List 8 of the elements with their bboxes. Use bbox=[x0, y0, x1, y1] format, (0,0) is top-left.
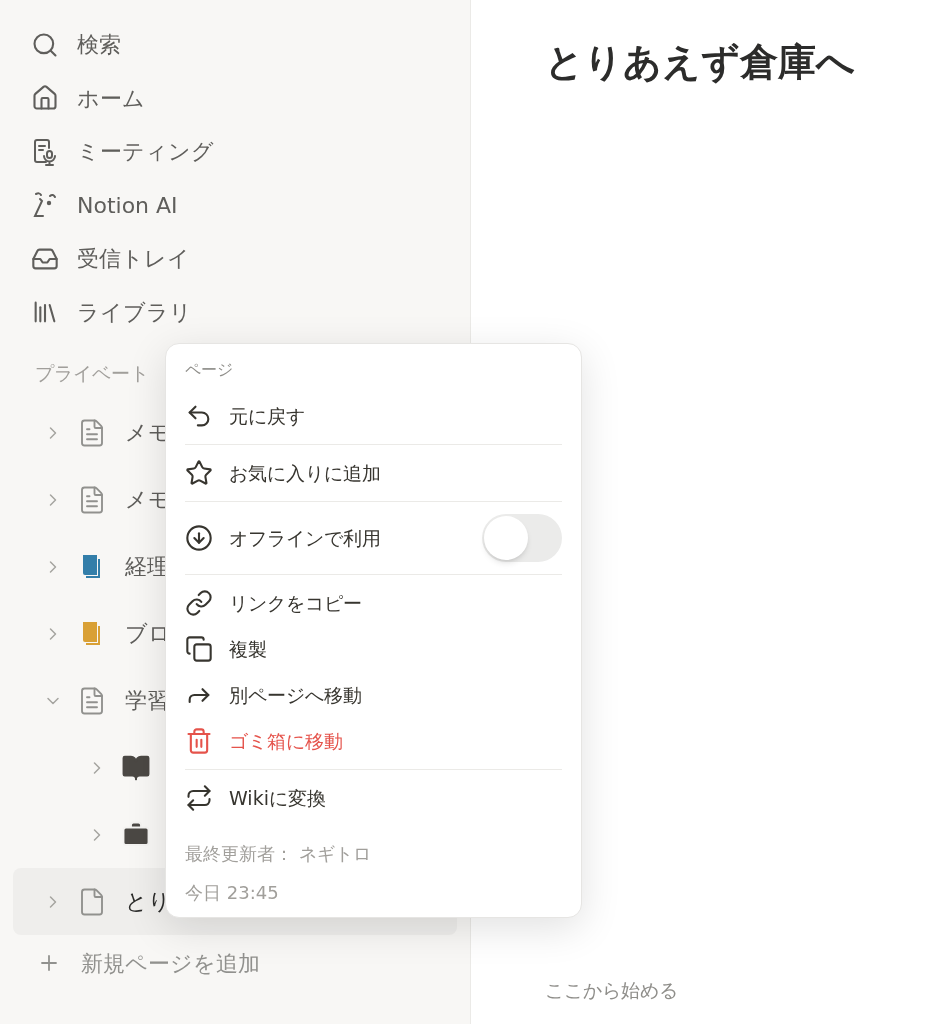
page-title-heading: とりあえず倉庫へ bbox=[545, 39, 856, 86]
page-title: とり bbox=[125, 888, 171, 916]
start-here-label: ここから始める bbox=[545, 977, 679, 1003]
last-edited-time: 今日 23:45 bbox=[185, 881, 280, 905]
menu-item-label: オフラインで利用 bbox=[229, 525, 382, 551]
section-label: プライベート bbox=[35, 361, 149, 386]
last-edited-by: 最終更新者： ネギトロ bbox=[185, 842, 372, 866]
menu-heading: ページ bbox=[185, 359, 234, 381]
